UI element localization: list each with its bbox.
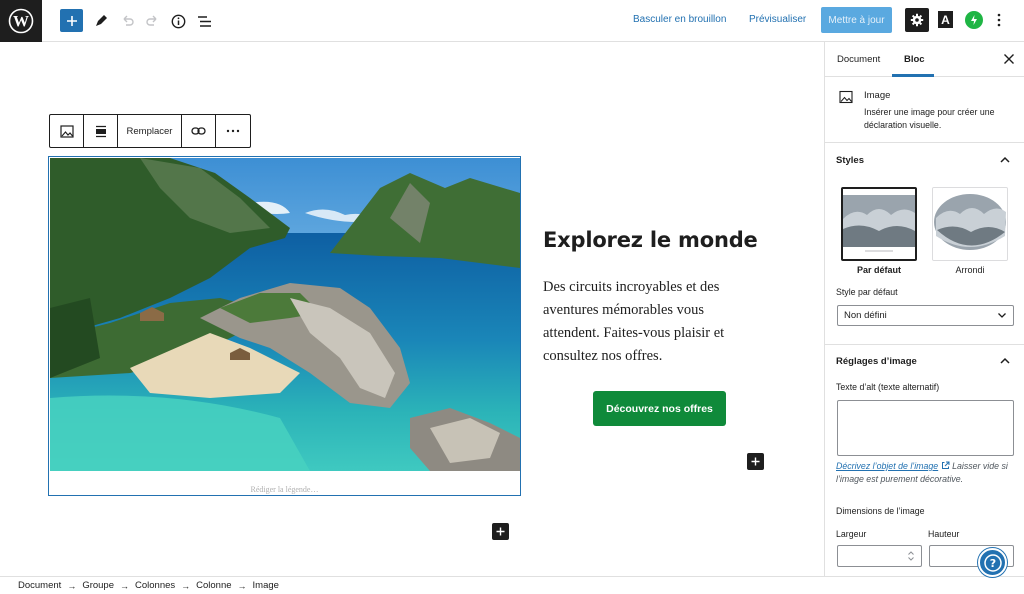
image-dimensions-label: Dimensions de l’image (836, 506, 925, 516)
block-breadcrumb: Document → Groupe → Colonnes → Colonne →… (0, 576, 1024, 594)
height-label: Hauteur (928, 529, 960, 539)
add-block-button[interactable] (60, 9, 83, 32)
replace-button[interactable]: Remplacer (118, 115, 182, 147)
undo-button[interactable] (114, 8, 140, 34)
style-preview-rounded (933, 188, 1007, 260)
help-icon: ? (983, 553, 1002, 572)
block-card-title: Image (864, 90, 891, 101)
undo-icon (123, 15, 134, 26)
options-menu-button[interactable] (993, 10, 1005, 30)
style-rounded-label: Arrondi (955, 265, 985, 275)
add-block-inline-button[interactable] (747, 453, 764, 470)
sidebar-tabs: Document Bloc (825, 42, 1024, 77)
arrow-right-icon: → (181, 580, 191, 591)
block-type-button[interactable] (50, 115, 84, 147)
chevron-down-icon (998, 313, 1006, 318)
default-style-select[interactable]: Non défini (837, 305, 1014, 326)
jetpack-button[interactable] (965, 11, 983, 29)
settings-sidebar: Document Bloc Image Insérer une image po… (824, 42, 1024, 576)
help-button[interactable]: ? (978, 548, 1007, 577)
describe-image-link[interactable]: Décrivez l’objet de l’image (836, 461, 938, 471)
block-card: Image Insérer une image pour créer une d… (825, 77, 1024, 143)
arrow-right-icon: → (120, 580, 129, 591)
jetpack-icon (971, 15, 977, 25)
align-button[interactable] (84, 115, 118, 147)
align-icon (95, 125, 106, 137)
more-options-button[interactable] (216, 115, 250, 147)
list-view-icon (197, 15, 211, 27)
image-icon (59, 124, 74, 138)
insert-link-button[interactable] (182, 115, 216, 147)
breadcrumb-document[interactable]: Document (18, 580, 61, 591)
settings-button[interactable] (905, 8, 929, 32)
style-default-label: Par défaut (856, 265, 901, 275)
offers-cta-button[interactable]: Découvrez nos offres (593, 391, 726, 426)
default-style-label: Style par défaut (836, 287, 898, 297)
alt-text-label: Texte d’alt (texte alternatif) (836, 382, 940, 392)
alt-text-textarea[interactable] (837, 400, 1014, 456)
style-default-option[interactable] (841, 187, 917, 261)
a-letter-icon: A (938, 11, 953, 28)
image-settings-panel-header[interactable]: Réglages d’image (825, 344, 1024, 378)
plus-icon (496, 527, 505, 536)
switch-to-draft-button[interactable]: Basculer en brouillon (633, 14, 726, 25)
image-block[interactable]: Rédiger la légende… (48, 156, 521, 496)
add-block-appender-button[interactable] (492, 523, 509, 540)
wordpress-icon: W (8, 8, 34, 34)
style-preview-default (843, 189, 915, 259)
image-settings-title: Réglages d’image (836, 356, 917, 367)
style-rounded-option[interactable] (932, 187, 1008, 261)
arrow-right-icon: → (237, 580, 247, 591)
link-icon (191, 127, 206, 135)
column-paragraph[interactable]: Des circuits incroyables et des aventure… (543, 276, 763, 368)
breadcrumb-image[interactable]: Image (253, 580, 279, 591)
chevron-up-icon (1000, 156, 1010, 163)
alt-text-help: Décrivez l’objet de l’image Laisser vide… (836, 460, 1016, 486)
pencil-icon (96, 15, 107, 26)
styles-title: Styles (836, 155, 864, 166)
breadcrumb-columns[interactable]: Colonnes (135, 580, 175, 591)
default-style-value: Non défini (844, 310, 887, 321)
editor-canvas: Remplacer Rédiger la légende… Explorez l… (0, 42, 824, 576)
typography-plugin-button[interactable]: A (935, 9, 956, 30)
spinner-icon (908, 551, 914, 561)
svg-text:W: W (13, 14, 29, 31)
breadcrumb-column[interactable]: Colonne (196, 580, 231, 591)
redo-icon (146, 15, 157, 26)
list-view-button[interactable] (191, 8, 217, 34)
tab-document[interactable]: Document (837, 54, 880, 65)
column-heading[interactable]: Explorez le monde (543, 228, 758, 252)
wordpress-logo[interactable]: W (0, 0, 42, 42)
details-button[interactable] (165, 8, 191, 34)
plus-icon (751, 457, 760, 466)
image-icon (839, 90, 853, 104)
external-link-icon (941, 461, 950, 469)
redo-button[interactable] (140, 8, 166, 34)
island-landscape-image (50, 158, 520, 471)
landscape-photo[interactable] (50, 158, 520, 471)
preview-button[interactable]: Prévisualiser (749, 14, 806, 25)
more-vertical-icon (997, 13, 1001, 27)
editor-header: W Basculer en brouillon Prévisualiser Me… (0, 0, 1024, 42)
breadcrumb-group[interactable]: Groupe (82, 580, 114, 591)
width-label: Largeur (836, 529, 867, 539)
svg-text:?: ? (989, 557, 995, 570)
gear-icon (910, 13, 924, 27)
chevron-up-icon (1000, 357, 1010, 364)
block-toolbar: Remplacer (49, 114, 251, 148)
tab-block[interactable]: Bloc (904, 54, 925, 65)
block-card-description: Insérer une image pour créer une déclara… (864, 107, 995, 130)
plus-icon (66, 15, 77, 26)
info-icon (171, 14, 185, 28)
styles-panel-header[interactable]: Styles (825, 143, 1024, 177)
caption-input[interactable]: Rédiger la légende… (49, 485, 520, 494)
close-sidebar-button[interactable] (1002, 52, 1016, 66)
update-button[interactable]: Mettre à jour (821, 7, 892, 33)
arrow-right-icon: → (67, 580, 77, 591)
more-horizontal-icon (226, 129, 240, 133)
width-input[interactable] (837, 545, 922, 567)
tools-button[interactable] (88, 8, 114, 34)
close-icon (1004, 54, 1014, 64)
